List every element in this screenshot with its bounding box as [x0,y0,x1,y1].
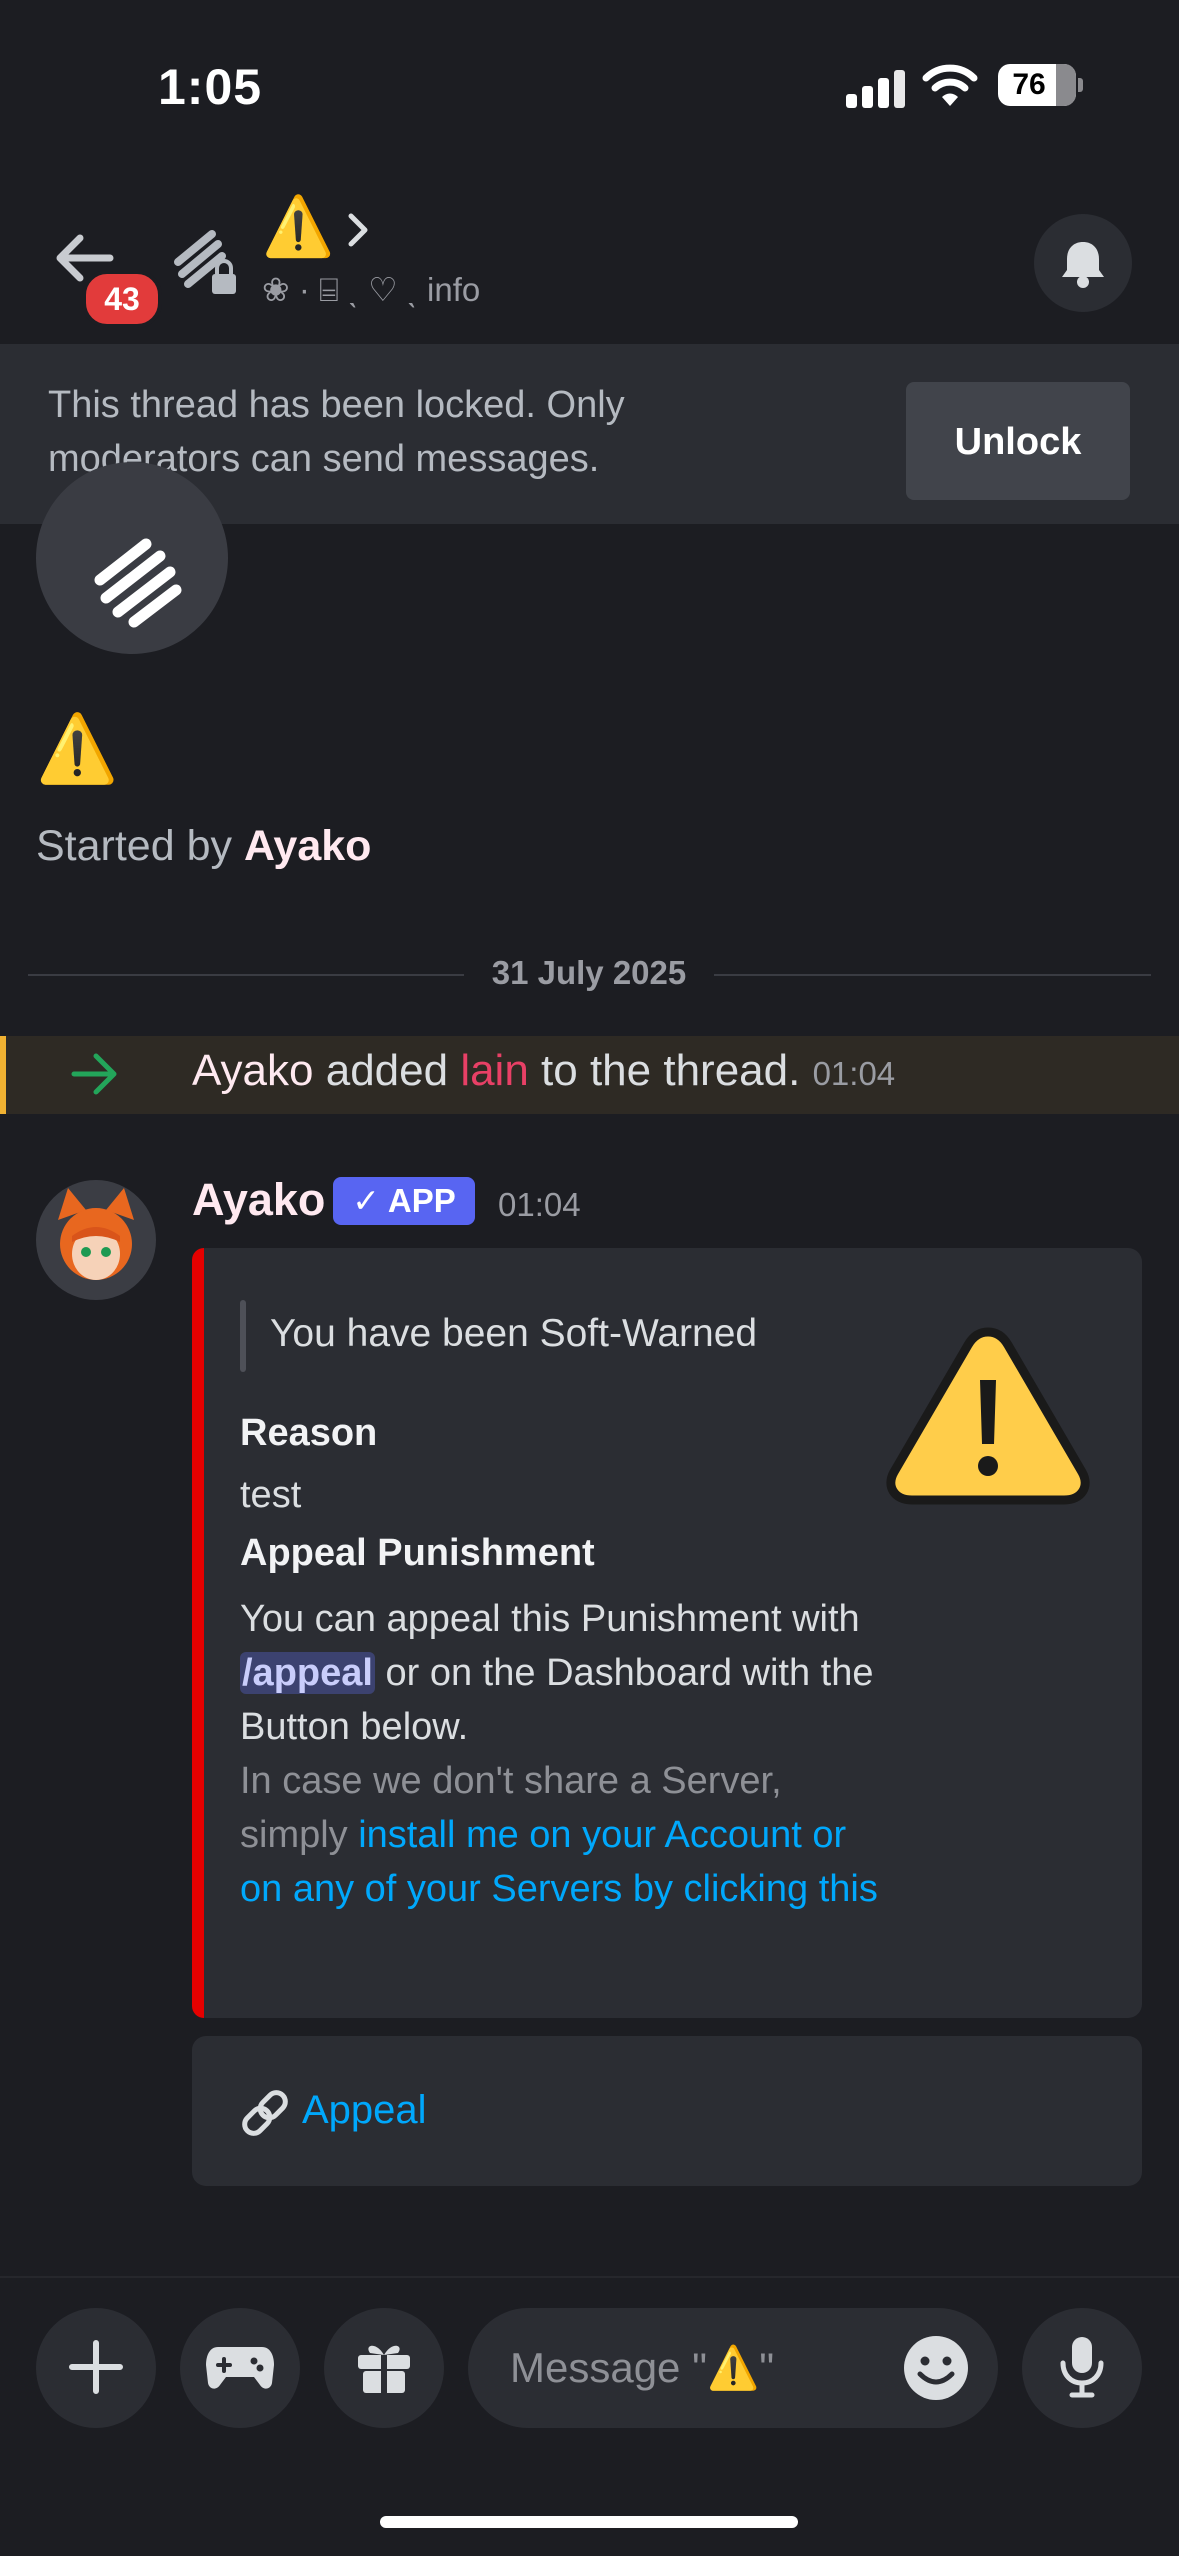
battery-cap [1078,78,1083,92]
appeal-button-label[interactable]: Appeal [302,2088,427,2133]
composer-separator [0,2276,1179,2278]
battery-level: 76 [1012,68,1046,101]
embed-field-reason-name: Reason [240,1412,378,1454]
gamepad-icon [206,2346,274,2389]
chevron-right-icon[interactable] [346,210,370,255]
starter-username[interactable]: Ayako [244,822,371,870]
link-icon [238,2086,292,2145]
system-actor[interactable]: Ayako [192,1046,314,1095]
embed-color-bar [192,1248,204,2018]
parent-channel-name[interactable]: ❀ · ⌸ ˎ ♡ ˎ info [262,270,480,310]
notification-bell-button[interactable] [1034,214,1132,312]
date-divider-label: 31 July 2025 [491,954,687,991]
message-timestamp: 01:04 [498,1186,581,1223]
bell-icon [1062,242,1104,288]
cellular-signal-icon [846,70,910,108]
emoji-picker-icon[interactable] [902,2334,970,2407]
home-indicator[interactable] [380,2516,798,2528]
status-time: 1:05 [158,59,263,115]
quote-bar [240,1300,246,1372]
activities-button[interactable] [180,2308,300,2428]
wifi-icon [922,64,978,113]
message-input-placeholder[interactable]: Message "⚠️" [510,2344,774,2393]
started-by: Started by Ayako [36,822,372,870]
avatar[interactable] [36,1180,156,1300]
message-author[interactable]: Ayako [192,1174,325,1226]
thread-intro-emoji: ⚠️ [36,711,119,785]
warning-triangle-icon [878,1318,1098,1519]
embed-quote: You have been Soft-Warned [270,1312,758,1355]
system-message-text: Ayako added lain to the thread. 01:04 [192,1046,896,1095]
locked-thread-icon [168,222,244,303]
unread-badge: 43 [82,270,162,328]
highlight-bar [0,1036,6,1114]
plus-icon [69,2339,123,2394]
appeal-command[interactable]: /appeal [240,1652,375,1694]
unlock-button[interactable]: Unlock [906,382,1130,500]
app-tag: ✓ APP [333,1177,475,1225]
gift-button[interactable] [324,2308,444,2428]
embed-field-reason-value: test [240,1474,302,1516]
divider-left [28,974,464,976]
add-attachment-button[interactable] [36,2308,156,2428]
thread-title[interactable]: ⚠️ [262,196,334,258]
embed-field-appeal-value: You can appeal this Punishment with /app… [240,1598,878,1910]
member-added-arrow-icon [70,1052,120,1101]
battery-icon: 76 [998,64,1076,106]
microphone-icon [1060,2336,1104,2397]
system-time: 01:04 [812,1055,896,1092]
embed-field-appeal-name: Appeal Punishment [240,1532,595,1574]
thread-intro-icon [36,462,228,654]
gift-icon [358,2345,410,2393]
system-target[interactable]: lain [460,1046,529,1095]
voice-message-button[interactable] [1022,2308,1142,2428]
divider-right [714,974,1151,976]
